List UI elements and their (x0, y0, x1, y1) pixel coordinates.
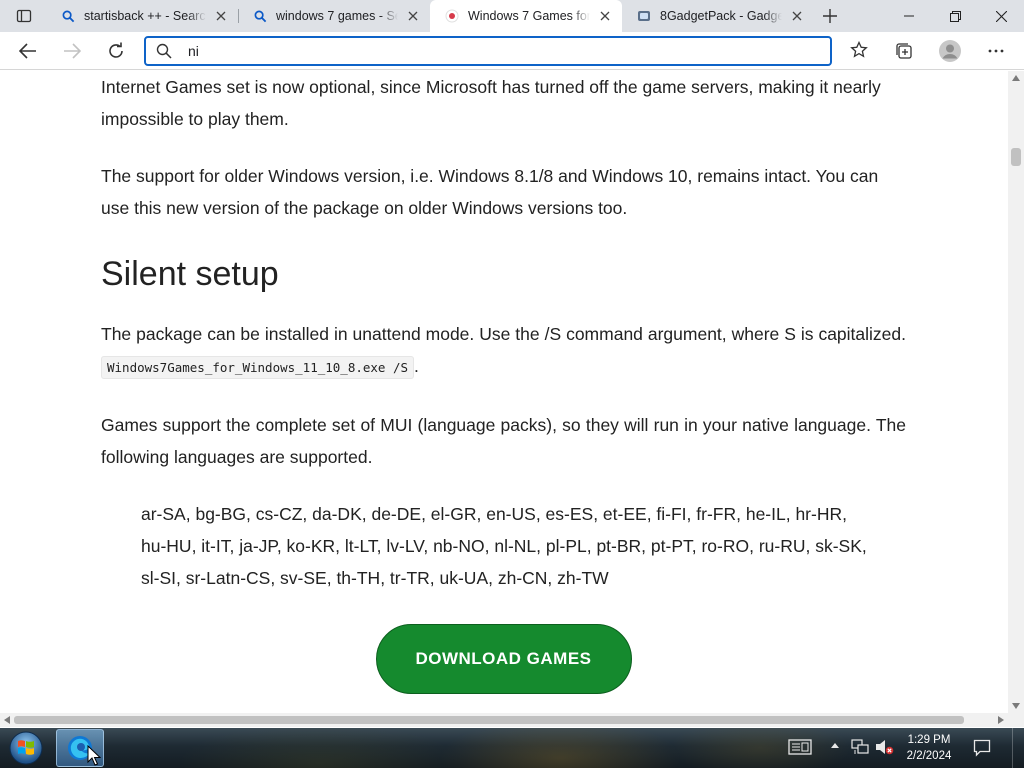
tab-actions-menu-button[interactable] (8, 4, 40, 28)
scrollbar-corner (1008, 713, 1024, 727)
paragraph-end: . (414, 356, 419, 376)
tab-8gadgetpack[interactable]: 8GadgetPack - Gadgets (622, 0, 814, 32)
forward-button[interactable] (56, 35, 88, 67)
close-icon (995, 10, 1007, 22)
restore-button[interactable] (932, 0, 978, 32)
windows-orb-icon (9, 731, 43, 765)
section-heading-silent-setup: Silent setup (101, 255, 279, 293)
back-button[interactable] (12, 35, 44, 67)
page-viewport: Internet Games set is now optional, sinc… (0, 71, 1008, 713)
tab-strip: startisback ++ - Search windows 7 games … (0, 0, 1024, 32)
show-hidden-icons-chevron-icon[interactable] (830, 741, 840, 749)
horizontal-scrollbar[interactable] (0, 713, 1008, 727)
restore-icon (949, 10, 961, 22)
search-icon (60, 8, 76, 24)
favorites-button[interactable] (844, 35, 876, 67)
clock-time: 1:29 PM (907, 734, 951, 746)
tab-windows7-games-winaero[interactable]: Windows 7 Games for Windows 11 (430, 0, 622, 32)
vertical-scrollbar[interactable] (1008, 71, 1024, 713)
tab-title: Windows 7 Games for Windows 11 (468, 9, 590, 23)
winaero-favicon-icon (444, 8, 460, 24)
notification-speech-bubble-icon (973, 739, 991, 757)
search-icon (146, 38, 182, 64)
settings-menu-button[interactable] (980, 35, 1012, 67)
download-games-button[interactable]: DOWNLOAD GAMES (375, 624, 632, 694)
refresh-icon (109, 42, 123, 58)
horizontal-scroll-thumb[interactable] (14, 716, 964, 724)
search-icon (252, 8, 268, 24)
avatar-icon (939, 40, 961, 62)
back-arrow-icon (19, 43, 36, 59)
collections-button[interactable] (888, 35, 920, 67)
collections-icon (896, 43, 912, 59)
download-container: DOWNLOAD GAMES (101, 624, 906, 694)
8gadgetpack-favicon-icon (636, 8, 652, 24)
show-desktop-button[interactable] (1012, 728, 1024, 768)
paragraph-older-windows-support: The support for older Windows version, i… (101, 166, 879, 218)
mouse-cursor-icon (87, 745, 101, 766)
address-bar[interactable] (144, 36, 832, 66)
browser-toolbar (0, 32, 1024, 70)
refresh-button[interactable] (100, 35, 132, 67)
paragraph-silent-setup: The package can be installed in unattend… (101, 318, 906, 384)
system-clock[interactable]: 1:29 PM 2/2/2024 (896, 732, 962, 764)
clock-date: 2/2/2024 (906, 750, 952, 762)
notifications-button[interactable] (968, 734, 996, 762)
tab-actions-icon (16, 9, 32, 23)
close-window-button[interactable] (978, 0, 1024, 32)
tab-title: 8GadgetPack - Gadgets (660, 9, 782, 23)
tab-startisback-search[interactable]: startisback ++ - Search (46, 0, 238, 32)
address-input[interactable] (182, 39, 782, 63)
command-code: Windows7Games_for_Windows_11_10_8.exe /S (101, 356, 415, 379)
forward-arrow-icon (64, 43, 81, 59)
paragraph-internet-games: Internet Games set is now optional, sinc… (101, 77, 881, 129)
scroll-right-arrow-icon[interactable] (998, 716, 1004, 724)
scroll-left-arrow-icon[interactable] (4, 716, 10, 724)
vertical-scroll-thumb[interactable] (1011, 148, 1021, 166)
tab-close-icon[interactable] (404, 7, 422, 25)
action-center-flag-icon[interactable] (788, 738, 812, 756)
scroll-down-arrow-icon[interactable] (1012, 703, 1020, 709)
more-dots-icon (988, 49, 1004, 53)
language-list: ar-SA, bg-BG, cs-CZ, da-DK, de-DE, el-GR… (141, 504, 867, 588)
tab-close-icon[interactable] (212, 7, 230, 25)
tab-title: windows 7 games - Search (276, 9, 398, 23)
taskbar: 1:29 PM 2/2/2024 (0, 728, 1024, 768)
scroll-up-arrow-icon[interactable] (1012, 75, 1020, 81)
tab-title: startisback ++ - Search (84, 9, 206, 23)
new-tab-button[interactable] (816, 4, 844, 28)
minimize-icon (904, 15, 914, 17)
tab-close-icon[interactable] (788, 7, 806, 25)
minimize-button[interactable] (886, 0, 932, 32)
article-body: Internet Games set is now optional, sinc… (101, 71, 906, 694)
volume-muted-icon[interactable] (874, 738, 894, 756)
tab-windows7-games-search[interactable]: windows 7 games - Search (238, 0, 430, 32)
paragraph-text: The package can be installed in unattend… (101, 324, 906, 344)
start-button[interactable] (4, 729, 48, 767)
plus-icon (823, 9, 837, 23)
star-plus-icon (850, 41, 868, 58)
tab-close-icon[interactable] (596, 7, 614, 25)
network-icon[interactable] (850, 738, 870, 756)
profile-button[interactable] (934, 35, 966, 67)
paragraph-mui-languages: Games support the complete set of MUI (l… (101, 415, 906, 467)
